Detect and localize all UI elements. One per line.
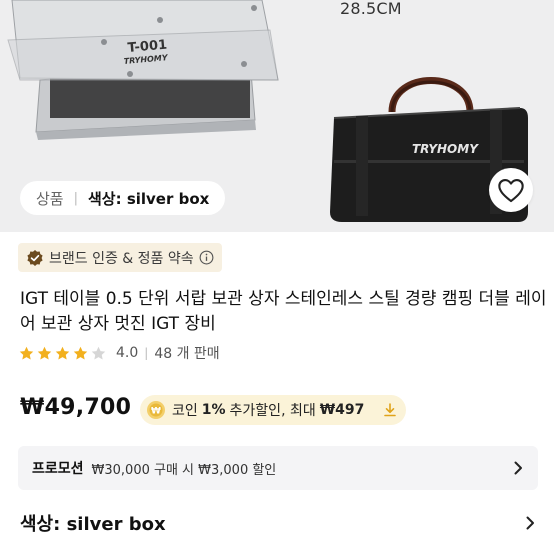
star-rating (18, 345, 108, 362)
sales-count: 48 개 판매 (154, 346, 220, 362)
download-icon[interactable] (382, 402, 398, 418)
color-option-text: 색상: silver box (20, 514, 166, 535)
chevron-right-icon (512, 460, 524, 476)
brand-verified-badge[interactable]: 브랜드 인증 & 정품 약속 (18, 243, 222, 272)
option-chip[interactable]: 상품 | 색상: silver box (20, 181, 226, 215)
coin-max-amount: ₩497 (319, 402, 365, 418)
star-icon (91, 346, 106, 360)
promotion-text: ₩30,000 구매 시 ₩3,000 할인 (91, 462, 277, 478)
chip-option-text: 색상: silver box (88, 189, 210, 208)
product-price: ₩49,700 (20, 395, 132, 420)
star-icon (19, 346, 34, 360)
svg-text:₩: ₩ (151, 407, 161, 417)
rating-score: 4.0 (116, 345, 139, 361)
promotion-row[interactable]: 프로모션 ₩30,000 구매 시 ₩3,000 할인 (18, 446, 538, 490)
star-icon (55, 346, 70, 360)
star-icon (73, 346, 88, 360)
chevron-right-icon (524, 515, 536, 531)
color-option-selector[interactable]: 색상: silver box (20, 509, 536, 537)
chip-category: 상품 (36, 189, 64, 208)
coin-suffix: 추가할인, 최대 (229, 403, 316, 419)
rating-row[interactable]: 4.0 | 48 개 판매 (18, 343, 220, 363)
size-dimension-text: 28.5CM (340, 0, 402, 18)
heart-icon (497, 177, 525, 203)
coin-percent: 1% (201, 402, 226, 418)
rating-separator: | (144, 346, 149, 360)
brand-badge-text: 브랜드 인증 & 정품 약속 (49, 250, 194, 267)
product-image[interactable]: T-001 TRYHOMY TRYHOMY 28.5CM 상품 | 색상: si… (0, 0, 554, 232)
stainless-box-illustration: T-001 TRYHOMY (7, 0, 279, 140)
bag-brand-logo: TRYHOMY (412, 142, 479, 156)
star-icon (37, 346, 52, 360)
promotion-label: 프로모션 (32, 461, 84, 477)
chip-separator: | (73, 190, 78, 206)
coin-discount-pill[interactable]: ₩ 코인 1% 추가할인, 최대 ₩497 (140, 395, 407, 425)
wishlist-button[interactable] (489, 168, 533, 212)
verified-check-icon (26, 249, 44, 267)
coin-icon: ₩ (146, 400, 166, 420)
coin-prefix: 코인 (172, 403, 198, 419)
product-title: IGT 테이블 0.5 단위 서랍 보관 상자 스테인레스 스틸 경량 캠핑 더… (20, 289, 547, 334)
info-icon[interactable] (199, 250, 214, 265)
